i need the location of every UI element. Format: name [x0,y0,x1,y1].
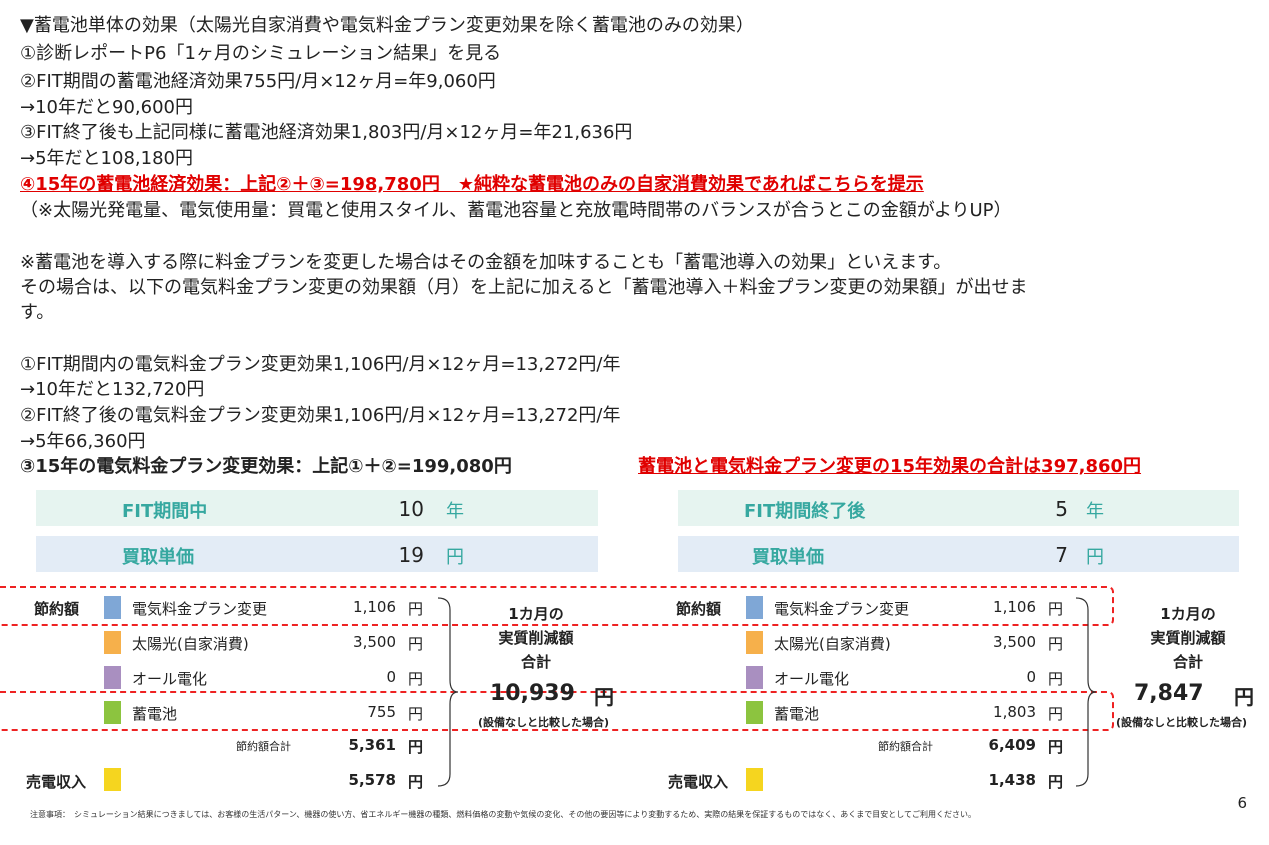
total-title-line: 1カ月の [1160,605,1216,623]
sale-value: 1,438 [988,771,1036,789]
item-value: 0 [386,668,396,686]
period-label: FIT期間中 [122,501,208,522]
period-value: 10 [398,497,424,521]
sale-unit: 円 [1048,773,1064,791]
price-unit: 円 [1086,547,1104,568]
price-value: 7 [1055,543,1068,567]
price-label: 買取単価 [752,547,824,568]
text-line: す。 [20,302,55,323]
subtotal-label: 節約額合計 [236,740,291,753]
highlight-total-line: 蓄電池と電気料金プラン変更の15年効果の合計は397,860円 [638,456,1142,477]
period-label: FIT期間終了後 [744,501,866,522]
battery-swatch [746,701,763,724]
text-line: ①診断レポートP6「1ヶ月のシミュレーション結果」を見る [20,43,502,64]
period-value: 5 [1055,497,1068,521]
right-total-note: (設備なしと比較した場合) [1116,716,1248,729]
savings-label: 節約額 [676,600,722,618]
price-value: 19 [398,543,424,567]
item-name: オール電化 [132,670,208,688]
text-line: ②FIT期間の蓄電池経済効果755円/月×12ヶ月=年9,060円 [20,71,496,92]
left-total-value: 10,939 [490,681,575,706]
item-name: 電気料金プラン変更 [774,600,910,618]
text-line: （※太陽光発電量、電気使用量：買電と使用スタイル、蓄電池容量と充放電時間帯のバラ… [20,200,1012,221]
text-line: →5年だと108,180円 [20,148,193,169]
solar-swatch [746,631,763,654]
text-line: その場合は、以下の電気料金プラン変更の効果額（月）を上記に加えると「蓄電池導入＋… [20,277,1028,298]
savings-label: 節約額 [34,600,80,618]
item-value: 3,500 [353,633,396,651]
left-total-note: (設備なしと比較した場合) [478,716,610,729]
item-value: 1,106 [993,598,1036,616]
total-title-line: 合計 [520,653,551,671]
right-period-bar: FIT期間終了後 5 年 [678,490,1239,526]
item-unit: 円 [408,670,424,688]
heading-line: ▼蓄電池単体の効果（太陽光自家消費や電気料金プラン変更効果を除く蓄電池のみの効果… [20,15,754,36]
sale-value: 5,578 [348,771,396,789]
battery-swatch [104,701,121,724]
left-price-bar: 買取単価 19 円 [36,536,598,572]
right-brace [1075,597,1097,787]
item-unit: 円 [1048,705,1064,723]
text-line: →10年だと132,720円 [20,379,205,400]
period-unit: 年 [1086,501,1104,522]
period-unit: 年 [446,501,464,522]
item-value: 755 [367,703,396,721]
right-price-bar: 買取単価 7 円 [678,536,1239,572]
sale-label: 売電収入 [26,773,87,791]
item-value: 3,500 [993,633,1036,651]
left-brace [437,597,459,787]
footnote: 注意事項： シミュレーション結果につきましては、お客様の生活パターン、機器の使い… [30,810,976,819]
text-line: ①FIT期間内の電気料金プラン変更効果1,106円/月×12ヶ月=13,272円… [20,354,621,375]
all-electric-swatch [104,666,121,689]
price-label: 買取単価 [122,547,194,568]
subtotal-value: 5,361 [348,736,396,754]
page-number: 6 [1237,794,1247,812]
solar-swatch [104,631,121,654]
text-line: ③15年の電気料金プラン変更効果：上記①＋②=199,080円 [20,456,512,477]
subtotal-unit: 円 [408,738,424,756]
item-unit: 円 [1048,635,1064,653]
item-name: オール電化 [774,670,850,688]
text-line: →10年だと90,600円 [20,97,193,118]
item-name: 蓄電池 [774,705,820,723]
total-title-line: 実質削減額 [498,629,574,647]
subtotal-unit: 円 [1048,738,1064,756]
item-value: 0 [1026,668,1036,686]
item-value: 1,106 [353,598,396,616]
right-total-title: 1カ月の 実質削減額 合計 [1138,602,1238,674]
total-title-line: 合計 [1172,653,1203,671]
left-total-title: 1カ月の 実質削減額 合計 [476,602,596,674]
subtotal-value: 6,409 [988,736,1036,754]
left-total-unit: 円 [594,685,614,709]
sale-label: 売電収入 [668,773,729,791]
item-unit: 円 [408,705,424,723]
all-electric-swatch [746,666,763,689]
item-unit: 円 [1048,670,1064,688]
item-name: 電気料金プラン変更 [132,600,268,618]
text-line: ②FIT終了後の電気料金プラン変更効果1,106円/月×12ヶ月=13,272円… [20,405,621,426]
sale-swatch [746,768,763,791]
price-unit: 円 [446,547,464,568]
item-name: 蓄電池 [132,705,178,723]
item-name: 太陽光(自家消費) [774,635,891,653]
highlight-line: ④15年の蓄電池経済効果：上記②＋③=198,780円 ★純粋な蓄電池のみの自家… [20,174,924,195]
subtotal-label: 節約額合計 [878,740,933,753]
item-name: 太陽光(自家消費) [132,635,249,653]
sale-swatch [104,768,121,791]
item-value: 1,803 [993,703,1036,721]
item-unit: 円 [408,635,424,653]
total-title-line: 1カ月の [508,605,564,623]
item-unit: 円 [1048,600,1064,618]
right-total-unit: 円 [1234,685,1254,709]
total-title-line: 実質削減額 [1150,629,1226,647]
text-line: ※蓄電池を導入する際に料金プランを変更した場合はその金額を加味することも「蓄電池… [20,252,952,273]
text-line: ③FIT終了後も上記同様に蓄電池経済効果1,803円/月×12ヶ月=年21,63… [20,122,633,143]
sale-unit: 円 [408,773,424,791]
right-total-value: 7,847 [1134,681,1204,706]
plan-change-swatch [746,596,763,619]
plan-change-swatch [104,596,121,619]
text-line: →5年66,360円 [20,431,146,452]
item-unit: 円 [408,600,424,618]
left-period-bar: FIT期間中 10 年 [36,490,598,526]
